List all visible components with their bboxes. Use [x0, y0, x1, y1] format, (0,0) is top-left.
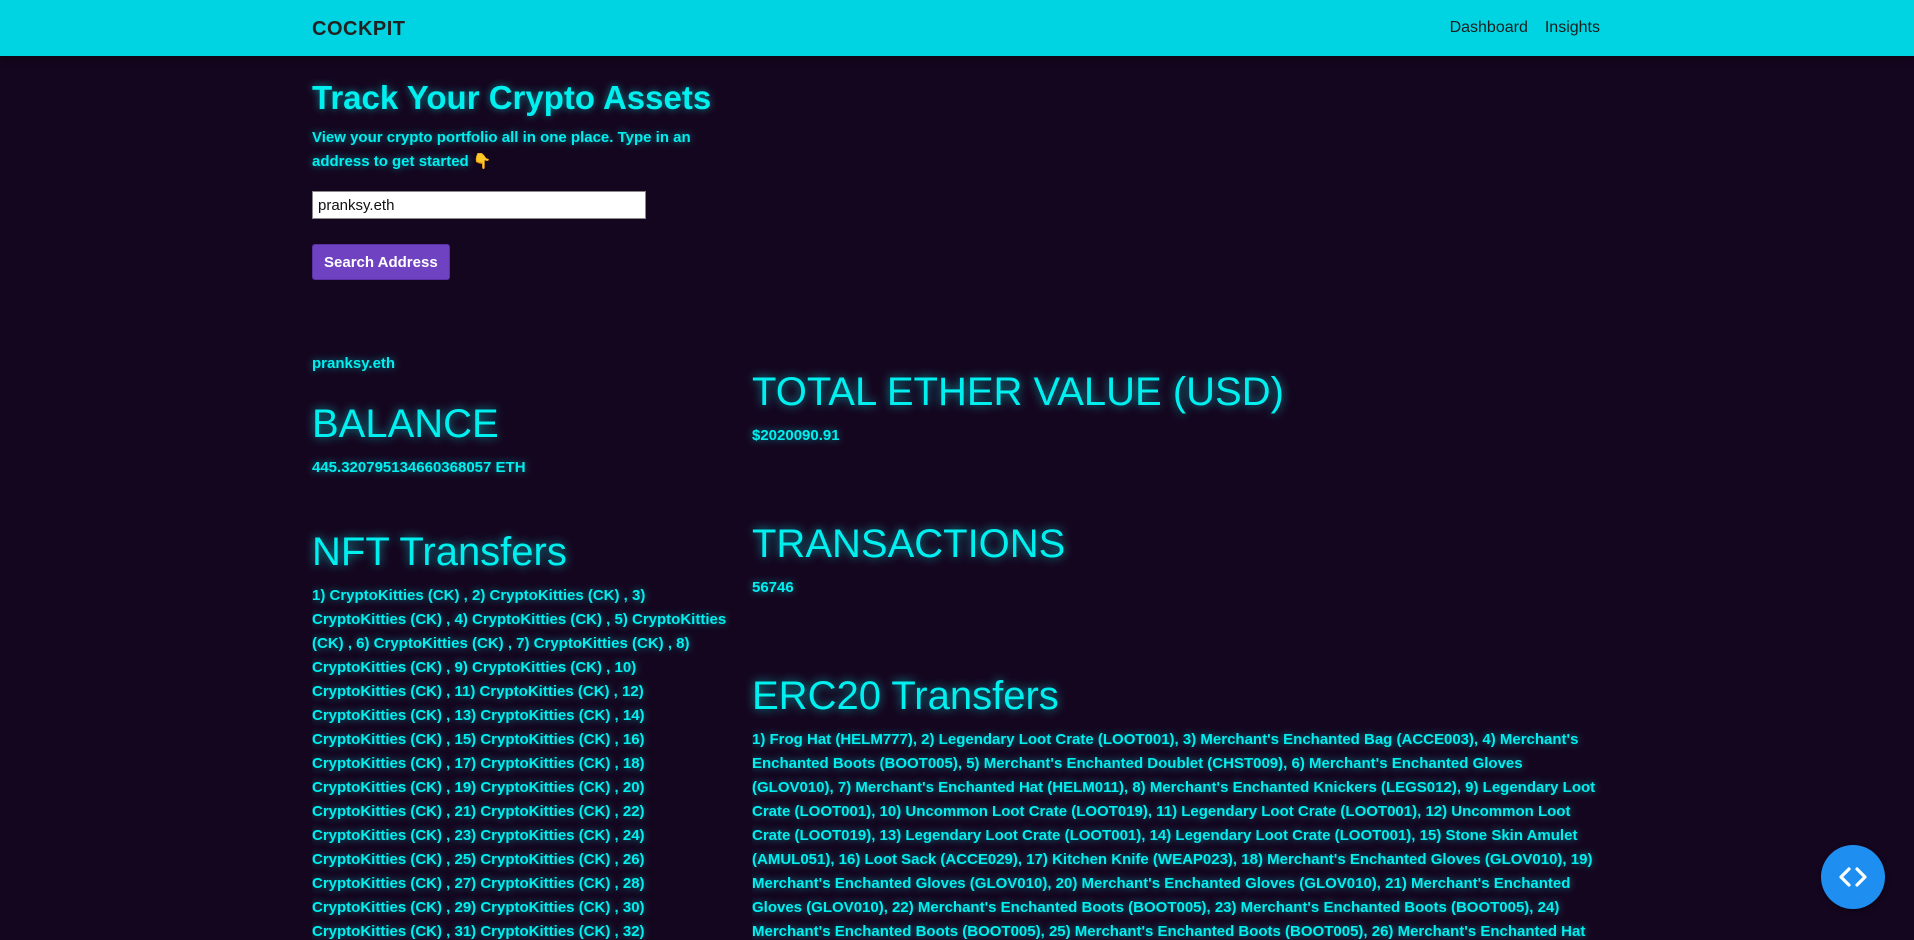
pointing-down-icon: 👇 [472, 153, 492, 170]
total-ether-value: $2020090.91 [752, 427, 840, 444]
navbar: COCKPIT Dashboard Insights [0, 0, 1914, 56]
nft-transfers-title: NFT Transfers [312, 530, 567, 574]
searched-address: pranksy.eth [312, 355, 396, 372]
code-toggle-button[interactable] [1821, 845, 1885, 909]
erc20-transfers-list: 1) Frog Hat (HELM777), 2) Legendary Loot… [752, 731, 1596, 940]
nav-links: Dashboard Insights [1450, 19, 1600, 37]
hero-subtitle: View your crypto portfolio all in one pl… [312, 126, 702, 174]
balance-value: 445.320795134660368057 ETH [312, 459, 526, 476]
hero-title: Track Your Crypto Assets [312, 79, 712, 116]
nft-transfers-list: 1) CryptoKitties (CK) , 2) CryptoKitties… [312, 587, 727, 940]
nav-link-insights[interactable]: Insights [1545, 19, 1600, 37]
total-ether-value-title: TOTAL ETHER VALUE (USD) [752, 370, 1284, 414]
brand-logo[interactable]: COCKPIT [312, 18, 406, 41]
search-address-button[interactable]: Search Address [312, 244, 450, 280]
hero-subtitle-text: View your crypto portfolio all in one pl… [312, 129, 691, 170]
search-input[interactable] [312, 191, 646, 219]
transactions-title: TRANSACTIONS [752, 522, 1066, 566]
transactions-value: 56746 [752, 579, 794, 596]
nav-link-dashboard[interactable]: Dashboard [1450, 19, 1528, 37]
code-icon [1839, 867, 1867, 887]
balance-title: BALANCE [312, 402, 499, 446]
erc20-transfers-title: ERC20 Transfers [752, 674, 1059, 718]
